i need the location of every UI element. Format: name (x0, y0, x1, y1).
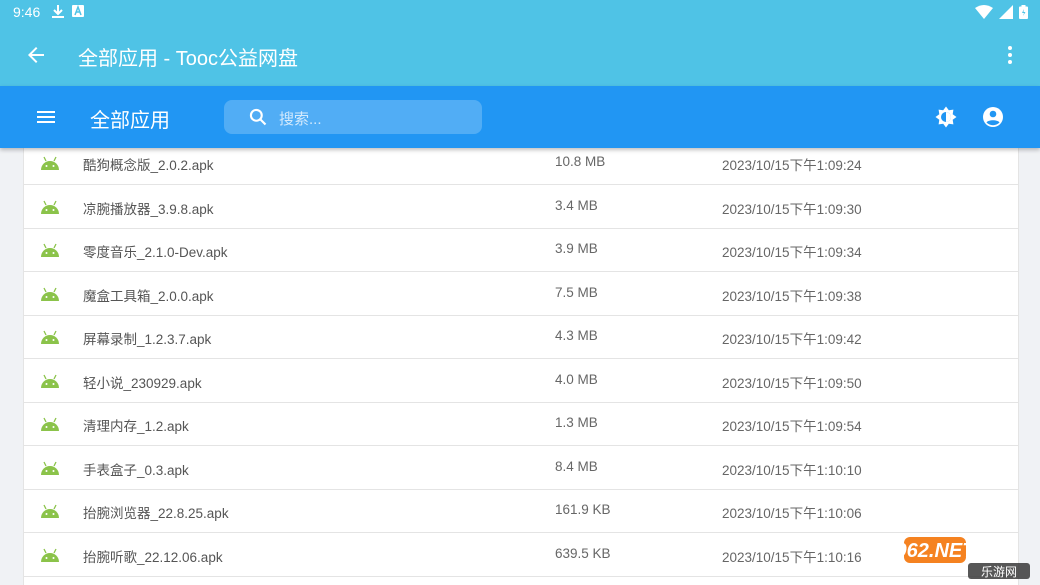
file-date: 2023/10/15下午1:09:30 (722, 202, 862, 217)
file-date: 2023/10/15下午1:10:06 (722, 506, 862, 521)
file-row[interactable]: 轻小说_230929.apk 4.0 MB 2023/10/15下午1:09:5… (24, 359, 1018, 403)
file-name: 抬腕听歌_22.12.06.apk (83, 550, 223, 565)
download-icon (52, 5, 64, 18)
file-size: 3.4 MB (555, 198, 598, 213)
file-name: 轻小说_230929.apk (83, 376, 202, 391)
file-size: 7.5 MB (555, 285, 598, 300)
android-icon (41, 461, 59, 475)
file-date: 2023/10/15下午1:10:16 (722, 550, 862, 565)
android-icon (41, 417, 59, 431)
file-name: 魔盒工具箱_2.0.0.apk (83, 289, 214, 304)
file-size: 4.3 MB (555, 328, 598, 343)
app-bar: 全部应用 - Tooc公益网盘 (0, 24, 1040, 86)
watermark-subtitle: 乐游网 (981, 565, 1017, 579)
file-size: 639.5 KB (555, 546, 611, 561)
file-date: 2023/10/15下午1:10:10 (722, 463, 862, 478)
android-icon (41, 287, 59, 301)
more-vert-icon[interactable] (998, 43, 1022, 67)
file-date: 2023/10/15下午1:09:42 (722, 332, 862, 347)
android-icon (41, 243, 59, 257)
file-list: 酷狗概念版_2.0.2.apk 10.8 MB 2023/10/15下午1:09… (23, 148, 1019, 585)
file-size: 10.8 MB (555, 154, 606, 169)
file-name: 凉腕播放器_3.9.8.apk (83, 202, 214, 217)
brightness-icon[interactable] (934, 105, 958, 129)
file-size: 3.9 MB (555, 241, 598, 256)
watermark-logo: 962.NET 乐游网 (902, 537, 1030, 579)
file-row[interactable]: 抬腕浏览器_22.8.25.apk 161.9 KB 2023/10/15下午1… (24, 489, 1018, 533)
account-circle-icon[interactable] (981, 105, 1005, 129)
file-row[interactable]: 手表盒子_0.3.apk 8.4 MB 2023/10/15下午1:10:10 (24, 446, 1018, 490)
file-row[interactable]: 酷狗概念版_2.0.2.apk 10.8 MB 2023/10/15下午1:09… (24, 148, 1018, 185)
file-name: 零度音乐_2.1.0-Dev.apk (83, 245, 228, 260)
file-name: 抬腕浏览器_22.8.25.apk (83, 506, 229, 521)
file-name: 清理内存_1.2.apk (83, 419, 189, 434)
status-time: 9:46 (13, 4, 41, 20)
toolbar-title: 全部应用 (90, 110, 170, 132)
file-row[interactable]: 魔盒工具箱_2.0.0.apk 7.5 MB 2023/10/15下午1:09:… (24, 272, 1018, 316)
file-date: 2023/10/15下午1:09:54 (722, 419, 862, 434)
status-bar: 9:46 (0, 0, 1040, 24)
file-row[interactable]: 屏幕录制_1.2.3.7.apk 4.3 MB 2023/10/15下午1:09… (24, 315, 1018, 359)
android-icon (41, 330, 59, 344)
file-row[interactable]: 抬腕听歌_22.12.06.apk 639.5 KB 2023/10/15下午1… (24, 533, 1018, 577)
file-size: 1.3 MB (555, 415, 598, 430)
signal-icon (999, 5, 1013, 19)
file-row[interactable]: 清理内存_1.2.apk 1.3 MB 2023/10/15下午1:09:54 (24, 402, 1018, 446)
android-icon (41, 200, 59, 214)
android-icon (41, 374, 59, 388)
android-icon (41, 156, 59, 170)
file-size: 161.9 KB (555, 502, 611, 517)
file-name: 酷狗概念版_2.0.2.apk (83, 158, 214, 173)
file-date: 2023/10/15下午1:09:38 (722, 289, 862, 304)
android-icon (41, 504, 59, 518)
file-name: 手表盒子_0.3.apk (83, 463, 189, 478)
toolbar: 全部应用 搜索... (0, 86, 1040, 148)
file-row[interactable]: 零度音乐_2.1.0-Dev.apk 3.9 MB 2023/10/15下午1:… (24, 228, 1018, 272)
search-placeholder: 搜索... (279, 111, 322, 128)
watermark-brand: 962.NET (902, 540, 976, 562)
menu-icon[interactable] (34, 105, 58, 129)
android-icon (41, 548, 59, 562)
file-date: 2023/10/15下午1:09:24 (722, 158, 862, 173)
file-date: 2023/10/15下午1:09:50 (722, 376, 862, 391)
file-date: 2023/10/15下午1:09:34 (722, 245, 862, 260)
battery-icon (1019, 5, 1028, 19)
wifi-icon (975, 5, 993, 19)
file-size: 8.4 MB (555, 459, 598, 474)
file-size: 4.0 MB (555, 372, 598, 387)
back-arrow-icon[interactable] (24, 43, 48, 67)
notification-a-icon (72, 5, 84, 17)
search-icon (249, 108, 267, 126)
file-row[interactable]: 凉腕播放器_3.9.8.apk 3.4 MB 2023/10/15下午1:09:… (24, 185, 1018, 229)
app-title: 全部应用 - Tooc公益网盘 (78, 48, 299, 70)
file-name: 屏幕录制_1.2.3.7.apk (83, 332, 212, 347)
search-input[interactable]: 搜索... (224, 100, 482, 134)
